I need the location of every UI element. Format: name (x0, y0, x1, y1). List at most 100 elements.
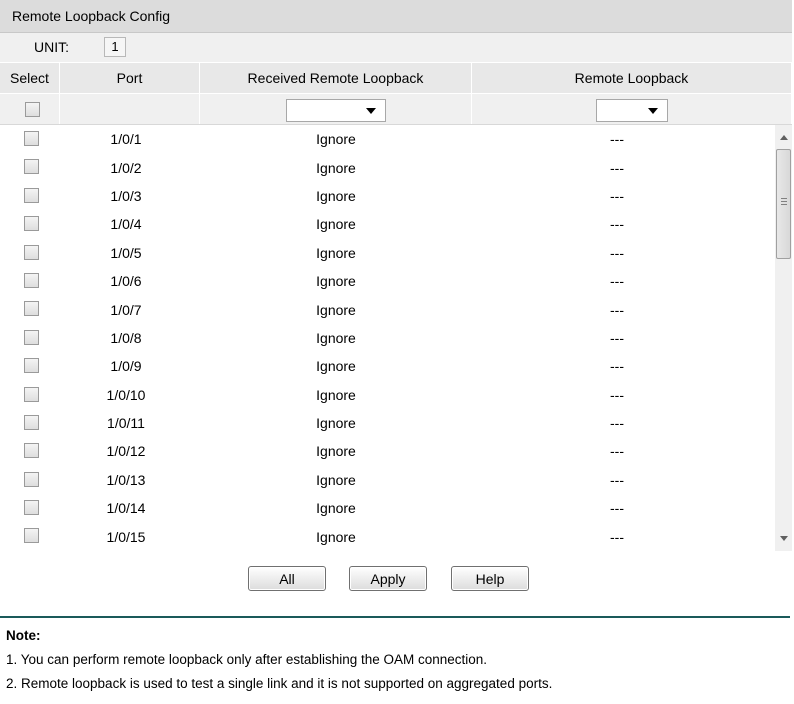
grip-line (781, 204, 787, 205)
grip-line (781, 201, 787, 202)
port-rows: 1/0/1 Ignore --- 1/0/2 Ignore --- 1/0/3 Ignore -… (0, 125, 792, 551)
row-select-cell (0, 466, 60, 494)
row-remote-loopback: --- (610, 273, 624, 290)
row-received-remote-loopback: Ignore (316, 301, 356, 318)
scroll-down-arrow-icon[interactable] (780, 536, 788, 541)
row-select-cell (0, 437, 60, 465)
table-row: 1/0/5 Ignore --- (0, 239, 792, 267)
unit-selector-1[interactable]: 1 (104, 37, 126, 57)
row-remote-loopback: --- (610, 500, 624, 517)
note-title: Note: (6, 628, 41, 643)
row-checkbox[interactable] (24, 528, 39, 544)
row-port: 1/0/1 (110, 131, 142, 148)
row-received-remote-loopback: Ignore (316, 386, 356, 403)
scrollbar-thumb[interactable] (776, 149, 791, 259)
row-select-cell (0, 409, 60, 437)
row-port: 1/0/15 (106, 528, 146, 545)
row-received-remote-loopback: Ignore (316, 329, 356, 346)
row-remote-loopback: --- (610, 329, 624, 346)
remote-loopback-select[interactable] (596, 99, 668, 122)
row-select-cell (0, 522, 60, 550)
row-select-cell (0, 210, 60, 238)
row-remote-loopback: --- (610, 358, 624, 375)
row-received-remote-loopback: Ignore (316, 131, 356, 148)
row-checkbox[interactable] (24, 216, 39, 232)
note-section: Note: 1. You can perform remote loopback… (6, 624, 552, 696)
header-port: Port (60, 63, 200, 93)
unit-row: UNIT: 1 (0, 33, 792, 62)
table-row: 1/0/14 Ignore --- (0, 494, 792, 522)
row-checkbox[interactable] (24, 414, 39, 430)
row-checkbox[interactable] (24, 500, 39, 516)
row-received-remote-loopback: Ignore (316, 273, 356, 290)
row-checkbox[interactable] (24, 471, 39, 487)
row-checkbox[interactable] (24, 443, 39, 459)
port-list: 1/0/1 Ignore --- 1/0/2 Ignore --- 1/0/3 Ignore -… (0, 125, 792, 551)
row-remote-loopback: --- (610, 187, 624, 204)
row-received-remote-loopback: Ignore (316, 528, 356, 545)
row-received-remote-loopback: Ignore (316, 159, 356, 176)
row-remote-loopback: --- (610, 131, 624, 148)
row-select-cell (0, 267, 60, 295)
row-checkbox[interactable] (24, 301, 39, 317)
row-port: 1/0/3 (110, 187, 142, 204)
row-received-remote-loopback: Ignore (316, 244, 356, 261)
row-checkbox[interactable] (24, 159, 39, 175)
row-received-remote-loopback: Ignore (316, 216, 356, 233)
all-button[interactable]: All (248, 566, 326, 591)
row-received-remote-loopback: Ignore (316, 415, 356, 432)
table-row: 1/0/10 Ignore --- (0, 381, 792, 409)
row-received-remote-loopback: Ignore (316, 187, 356, 204)
row-select-cell (0, 125, 60, 153)
row-select-cell (0, 352, 60, 380)
header-received-remote-loopback: Received Remote Loopback (200, 63, 472, 93)
section-divider (0, 616, 790, 618)
received-remote-loopback-select[interactable] (286, 99, 386, 122)
filter-row (0, 93, 792, 125)
table-row: 1/0/4 Ignore --- (0, 210, 792, 238)
row-received-remote-loopback: Ignore (316, 358, 356, 375)
vertical-scrollbar[interactable] (775, 125, 792, 551)
header-select: Select (0, 63, 60, 93)
table-row: 1/0/8 Ignore --- (0, 324, 792, 352)
unit-label: UNIT: (34, 39, 69, 55)
row-port: 1/0/10 (106, 386, 146, 403)
row-checkbox[interactable] (24, 358, 39, 374)
row-checkbox[interactable] (24, 272, 39, 288)
table-row: 1/0/6 Ignore --- (0, 267, 792, 295)
remote-loopback-panel: Remote Loopback Config UNIT: 1 Select Po… (0, 0, 792, 551)
note-line-1: 1. You can perform remote loopback only … (6, 652, 488, 667)
row-checkbox[interactable] (24, 244, 39, 260)
table-row: 1/0/3 Ignore --- (0, 182, 792, 210)
apply-button[interactable]: Apply (349, 566, 427, 591)
header-remote-loopback: Remote Loopback (472, 63, 792, 93)
table-row: 1/0/13 Ignore --- (0, 466, 792, 494)
row-remote-loopback: --- (610, 471, 624, 488)
row-port: 1/0/4 (110, 216, 142, 233)
note-line-2: 2. Remote loopback is used to test a sin… (6, 676, 553, 691)
table-row: 1/0/12 Ignore --- (0, 437, 792, 465)
table-row: 1/0/2 Ignore --- (0, 153, 792, 181)
row-checkbox[interactable] (24, 386, 39, 402)
chevron-down-icon (648, 108, 658, 114)
table-row: 1/0/9 Ignore --- (0, 352, 792, 380)
row-remote-loopback: --- (610, 244, 624, 261)
row-port: 1/0/12 (106, 443, 146, 460)
row-select-cell (0, 494, 60, 522)
row-port: 1/0/13 (106, 471, 146, 488)
row-port: 1/0/7 (110, 301, 142, 318)
filter-port-cell (60, 94, 200, 124)
table-row: 1/0/15 Ignore --- (0, 522, 792, 550)
row-select-cell (0, 153, 60, 181)
row-received-remote-loopback: Ignore (316, 471, 356, 488)
row-select-cell (0, 239, 60, 267)
row-checkbox[interactable] (24, 131, 39, 146)
row-remote-loopback: --- (610, 443, 624, 460)
select-all-checkbox[interactable] (25, 102, 40, 117)
row-port: 1/0/6 (110, 273, 142, 290)
help-button[interactable]: Help (451, 566, 529, 591)
row-checkbox[interactable] (24, 187, 39, 203)
row-remote-loopback: --- (610, 415, 624, 432)
row-checkbox[interactable] (24, 329, 39, 345)
scroll-up-arrow-icon[interactable] (780, 135, 788, 140)
